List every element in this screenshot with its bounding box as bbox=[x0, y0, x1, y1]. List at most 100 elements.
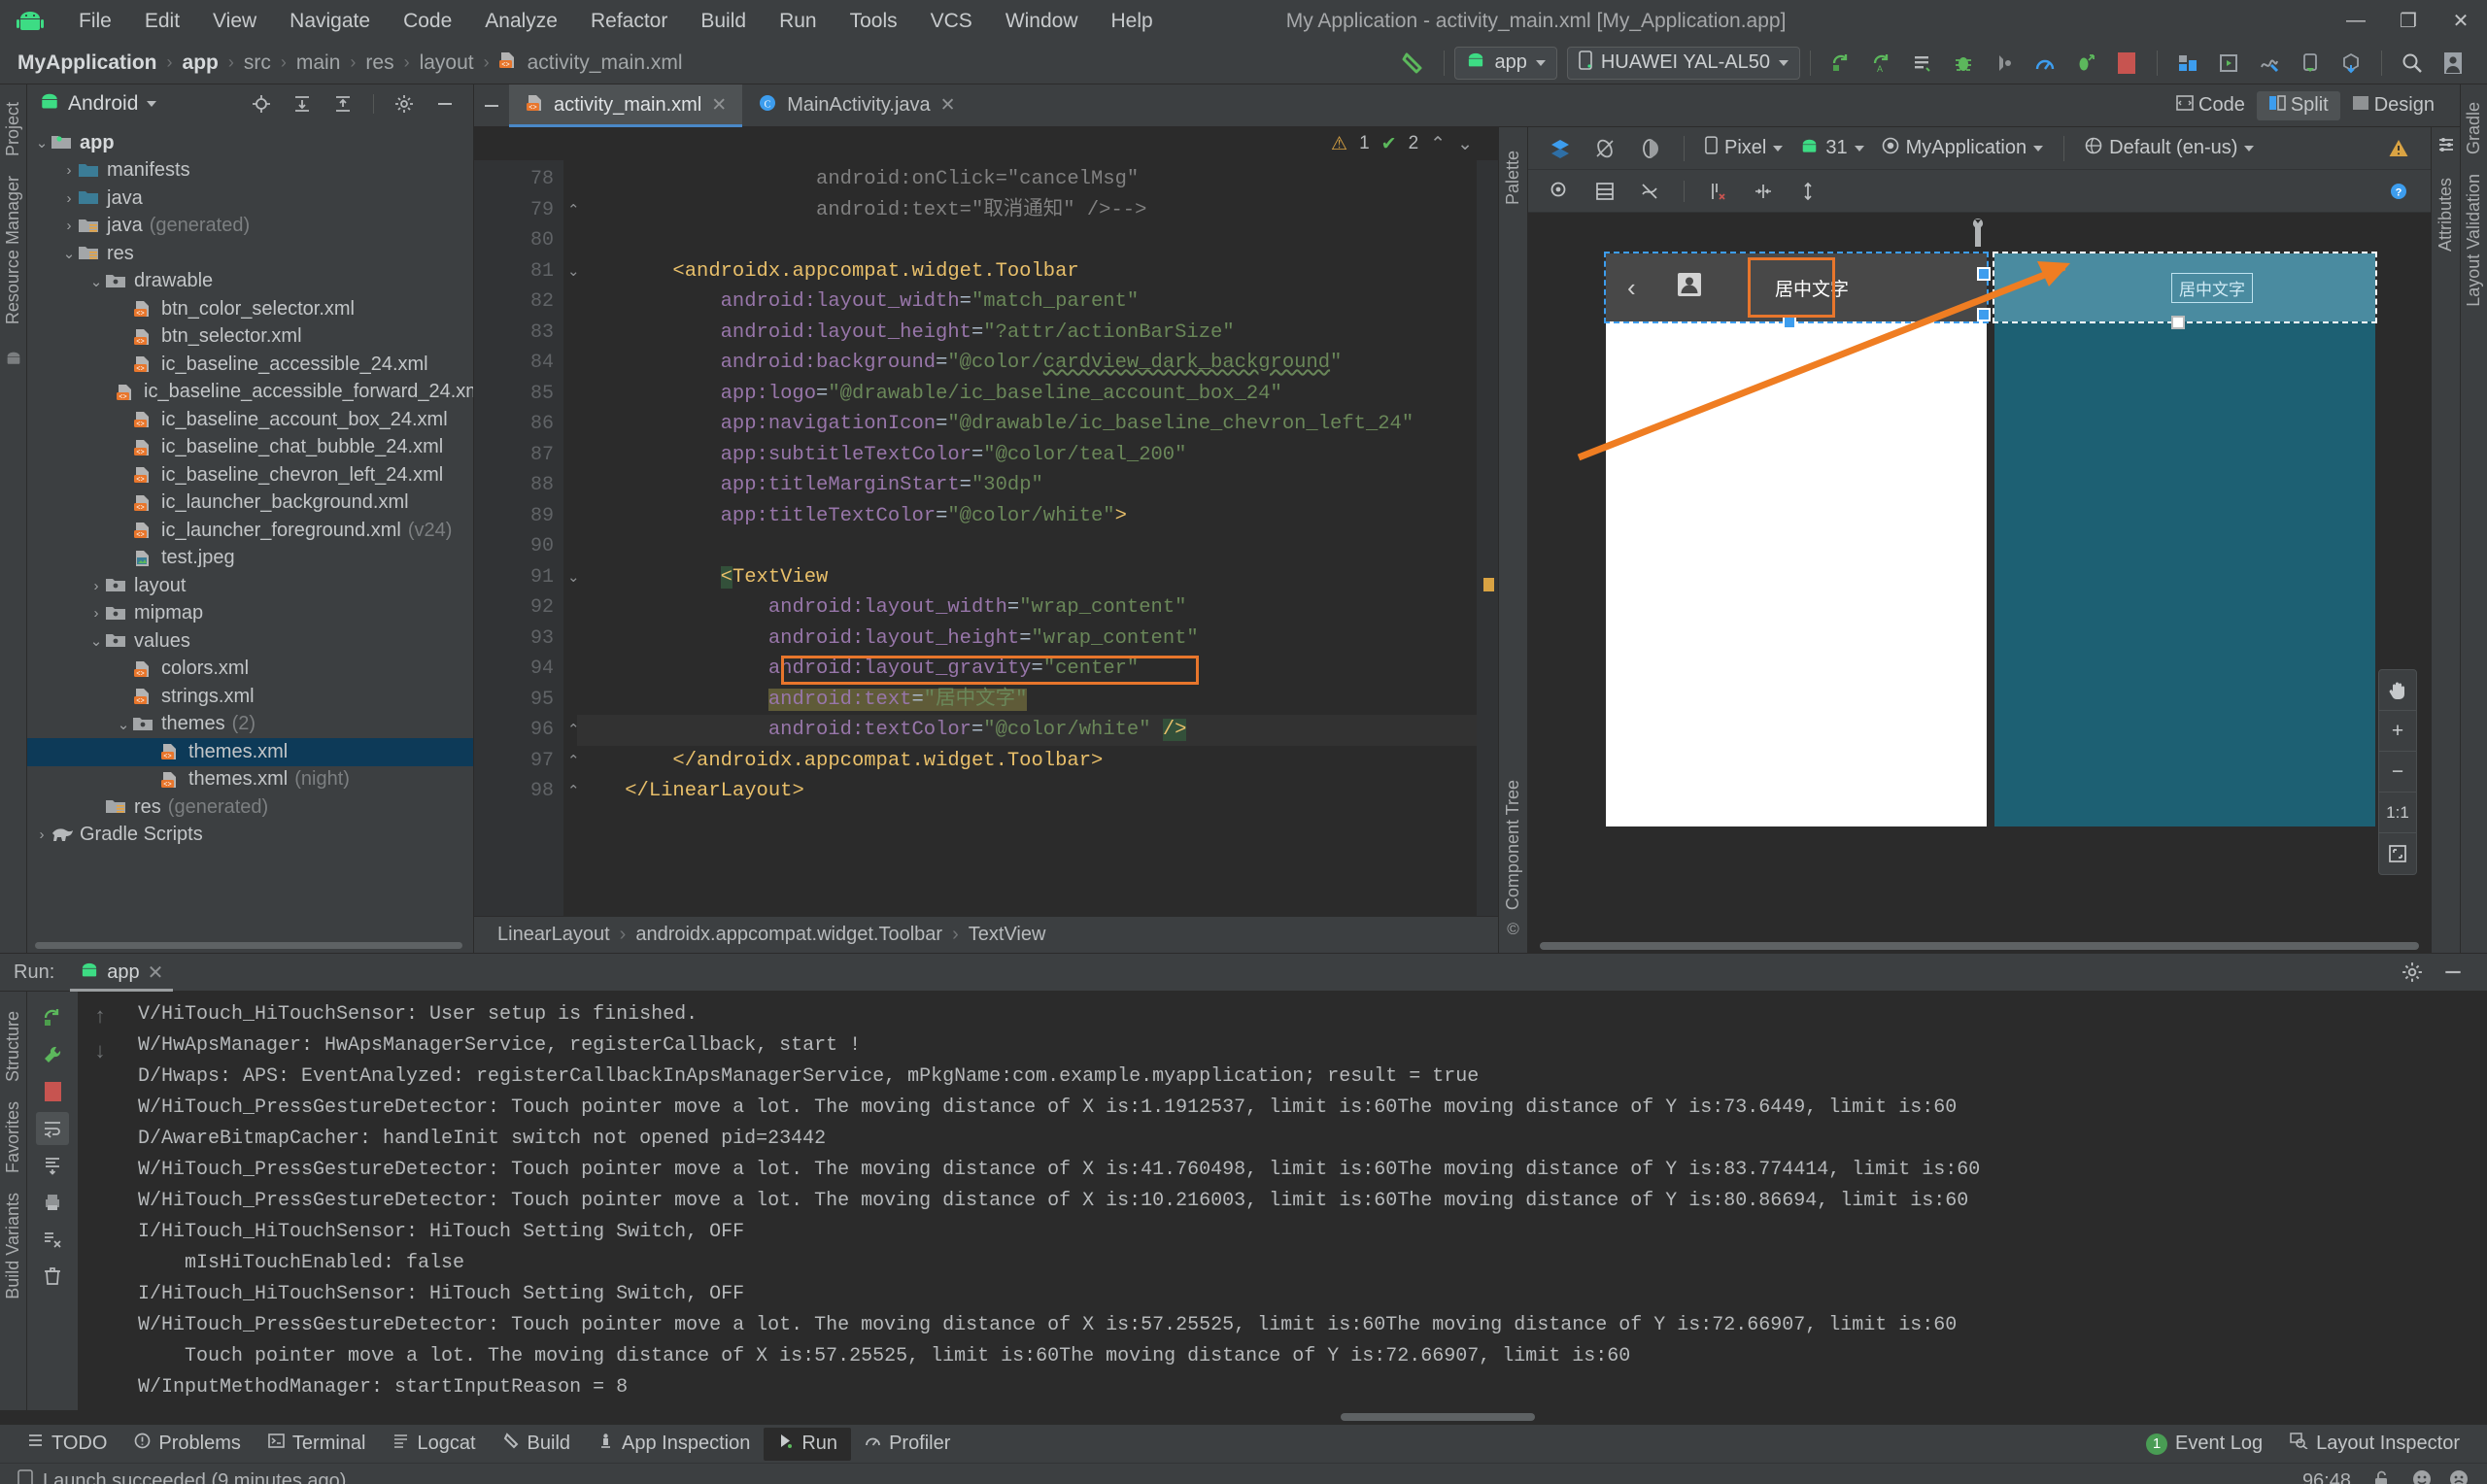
search-icon[interactable] bbox=[2394, 47, 2431, 80]
down-arrow-icon[interactable]: ↓ bbox=[95, 1038, 106, 1063]
status-tool-profiler[interactable]: Profiler bbox=[851, 1428, 964, 1461]
line-number[interactable]: 91 bbox=[474, 562, 563, 593]
close-icon[interactable]: ✕ bbox=[940, 94, 956, 117]
resize-handle-right[interactable] bbox=[1977, 267, 1991, 281]
tree-expand-arrow[interactable]: › bbox=[87, 578, 105, 594]
line-number[interactable]: 97 bbox=[474, 746, 563, 777]
tree-node-colors-xml[interactable]: <> colors.xml bbox=[27, 656, 473, 684]
blueprint-preview[interactable]: 居中文字 bbox=[1993, 252, 2377, 826]
layout-inspector-icon[interactable] bbox=[2251, 47, 2288, 80]
code-line[interactable]: android:layout_height="wrap_content" bbox=[577, 624, 1498, 655]
code-line[interactable] bbox=[577, 225, 1498, 256]
line-number[interactable]: 90 bbox=[474, 531, 563, 562]
tree-node-ic-baseline-chevron-left-24-xml[interactable]: <> ic_baseline_chevron_left_24.xml bbox=[27, 461, 473, 489]
chevron-down-icon[interactable] bbox=[147, 101, 157, 107]
tree-node-ic-launcher-foreground-xml[interactable]: <> ic_launcher_foreground.xml (v24) bbox=[27, 517, 473, 545]
tree-node-ic-baseline-account-box-24-xml[interactable]: <> ic_baseline_account_box_24.xml bbox=[27, 406, 473, 434]
warning-triangle-icon[interactable] bbox=[2380, 132, 2417, 165]
code-line[interactable]: </LinearLayout> bbox=[577, 776, 1498, 807]
rail-tab-attributes[interactable]: Attributes bbox=[2432, 168, 2460, 261]
device-config-selector[interactable]: Pixel bbox=[1698, 136, 1789, 160]
code-line[interactable]: android:text="居中文字" bbox=[577, 685, 1498, 716]
tree-node-themes[interactable]: ⌄ themes (2) bbox=[27, 711, 473, 739]
code-editor[interactable]: ⚠ 1 ✔ 2 ⌃ ⌄ 78 79 80 81 82 83 84 85 86 87 88 89 90 91… bbox=[474, 127, 1498, 953]
api-level-selector[interactable]: 31 bbox=[1793, 137, 1870, 159]
log-output[interactable]: V/HiTouch_HiTouchSensor: User setup is f… bbox=[122, 992, 2487, 1410]
breadcrumb-toolbar[interactable]: androidx.appcompat.widget.Toolbar bbox=[635, 924, 942, 946]
breadcrumb-res[interactable]: res bbox=[361, 51, 397, 75]
tree-node-res[interactable]: res (generated) bbox=[27, 793, 473, 822]
rail-tab-structure[interactable]: Structure bbox=[0, 1001, 27, 1092]
code-line[interactable]: app:subtitleTextColor="@color/teal_200" bbox=[577, 440, 1498, 471]
canvas-hscrollbar[interactable] bbox=[1528, 939, 2431, 953]
close-button[interactable]: ✕ bbox=[2435, 0, 2487, 42]
tree-node-res[interactable]: ⌄ res bbox=[27, 240, 473, 268]
menu-window[interactable]: Window bbox=[989, 6, 1095, 37]
tree-node-ic-launcher-background-xml[interactable]: <> ic_launcher_background.xml bbox=[27, 489, 473, 518]
no-constraints-icon[interactable] bbox=[1631, 175, 1668, 208]
rotate-device-icon[interactable] bbox=[1586, 132, 1623, 165]
status-tool-run[interactable]: Run bbox=[764, 1427, 852, 1461]
up-arrow-icon[interactable]: ↑ bbox=[95, 1003, 106, 1029]
code-line[interactable]: android:layout_width="wrap_content" bbox=[577, 592, 1498, 624]
locate-icon[interactable] bbox=[243, 87, 280, 120]
tree-expand-arrow[interactable]: ⌄ bbox=[60, 245, 78, 262]
tree-node-java[interactable]: › java (generated) bbox=[27, 213, 473, 241]
run-tab-app[interactable]: app ✕ bbox=[70, 953, 174, 992]
tab-mainactivity-java[interactable]: C MainActivity.java ✕ bbox=[742, 84, 971, 127]
settings-gear-icon[interactable] bbox=[386, 87, 423, 120]
help-circle-icon[interactable]: ? bbox=[2380, 175, 2417, 208]
stop-icon[interactable] bbox=[36, 1075, 69, 1108]
collapse-editor-icon[interactable] bbox=[476, 89, 507, 122]
soft-wrap-icon[interactable] bbox=[36, 1112, 69, 1145]
line-number[interactable]: 79 bbox=[474, 195, 563, 226]
line-number[interactable]: 84 bbox=[474, 348, 563, 379]
blueprint-list-icon[interactable] bbox=[1586, 175, 1623, 208]
minimize-icon[interactable] bbox=[2435, 956, 2471, 989]
menu-view[interactable]: View bbox=[196, 6, 273, 37]
profile-icon[interactable] bbox=[2027, 47, 2063, 80]
line-number[interactable]: 88 bbox=[474, 470, 563, 501]
zoom-in-button[interactable]: + bbox=[2379, 711, 2416, 752]
attributes-panel-icon[interactable] bbox=[2436, 135, 2456, 160]
menu-build[interactable]: Build bbox=[684, 6, 763, 37]
tree-expand-arrow[interactable]: › bbox=[60, 218, 78, 234]
clear-all-icon[interactable] bbox=[36, 1223, 69, 1256]
collapse-all-icon[interactable] bbox=[324, 87, 361, 120]
chevron-down-icon[interactable]: ⌄ bbox=[1457, 133, 1473, 155]
code-line[interactable]: app:logo="@drawable/ic_baseline_account_… bbox=[577, 379, 1498, 410]
code-line[interactable]: android:text="取消通知" />--> bbox=[577, 195, 1498, 226]
status-tool-layout-inspector[interactable]: Layout Inspector bbox=[2276, 1428, 2473, 1461]
settings-wrench-icon[interactable] bbox=[36, 1038, 69, 1071]
pan-hand-icon[interactable] bbox=[2379, 670, 2416, 711]
zoom-fit-icon[interactable] bbox=[2379, 833, 2416, 874]
tree-expand-arrow[interactable]: › bbox=[60, 162, 78, 179]
rerun-icon[interactable] bbox=[36, 1001, 69, 1034]
tree-expand-arrow[interactable]: ⌄ bbox=[115, 716, 132, 733]
log-hscrollbar[interactable] bbox=[0, 1410, 2487, 1424]
line-number[interactable]: 83 bbox=[474, 318, 563, 349]
run-configuration-selector[interactable]: app bbox=[1454, 46, 1557, 80]
code-line[interactable]: app:navigationIcon="@drawable/ic_baselin… bbox=[577, 409, 1498, 440]
happy-face-icon[interactable] bbox=[2411, 1468, 2433, 1484]
breadcrumb-myapplication[interactable]: MyApplication bbox=[14, 51, 161, 75]
rail-tab-component-tree[interactable]: Component Tree bbox=[1499, 770, 1527, 920]
tree-node-app[interactable]: ⌄ app bbox=[27, 129, 473, 157]
design-surface-icon[interactable] bbox=[1542, 132, 1579, 165]
status-tool-terminal[interactable]: Terminal bbox=[255, 1428, 380, 1461]
menu-edit[interactable]: Edit bbox=[128, 6, 196, 37]
device-manager-icon[interactable] bbox=[2292, 47, 2329, 80]
device-selector[interactable]: HUAWEI YAL-AL50 bbox=[1566, 46, 1800, 80]
line-number-gutter[interactable]: 78 79 80 81 82 83 84 85 86 87 88 89 90 91 92 93 94 95 96 97… bbox=[474, 160, 563, 916]
menu-navigate[interactable]: Navigate bbox=[273, 6, 387, 37]
code-line[interactable]: android:layout_gravity="center" bbox=[577, 654, 1498, 685]
rail-tab-build-variants[interactable]: Build Variants bbox=[0, 1183, 27, 1309]
editor-scrollbar[interactable] bbox=[1477, 160, 1498, 916]
minimize-icon[interactable] bbox=[426, 87, 463, 120]
attach-debugger-icon[interactable] bbox=[2067, 47, 2104, 80]
line-number[interactable]: 98 bbox=[474, 776, 563, 807]
tree-node-drawable[interactable]: ⌄ drawable bbox=[27, 268, 473, 296]
rail-tab-layout-validation[interactable]: Layout Validation bbox=[2460, 164, 2487, 317]
code-line[interactable]: android:background="@color/cardview_dark… bbox=[577, 348, 1498, 379]
rail-tab-project[interactable]: Project bbox=[0, 92, 27, 166]
